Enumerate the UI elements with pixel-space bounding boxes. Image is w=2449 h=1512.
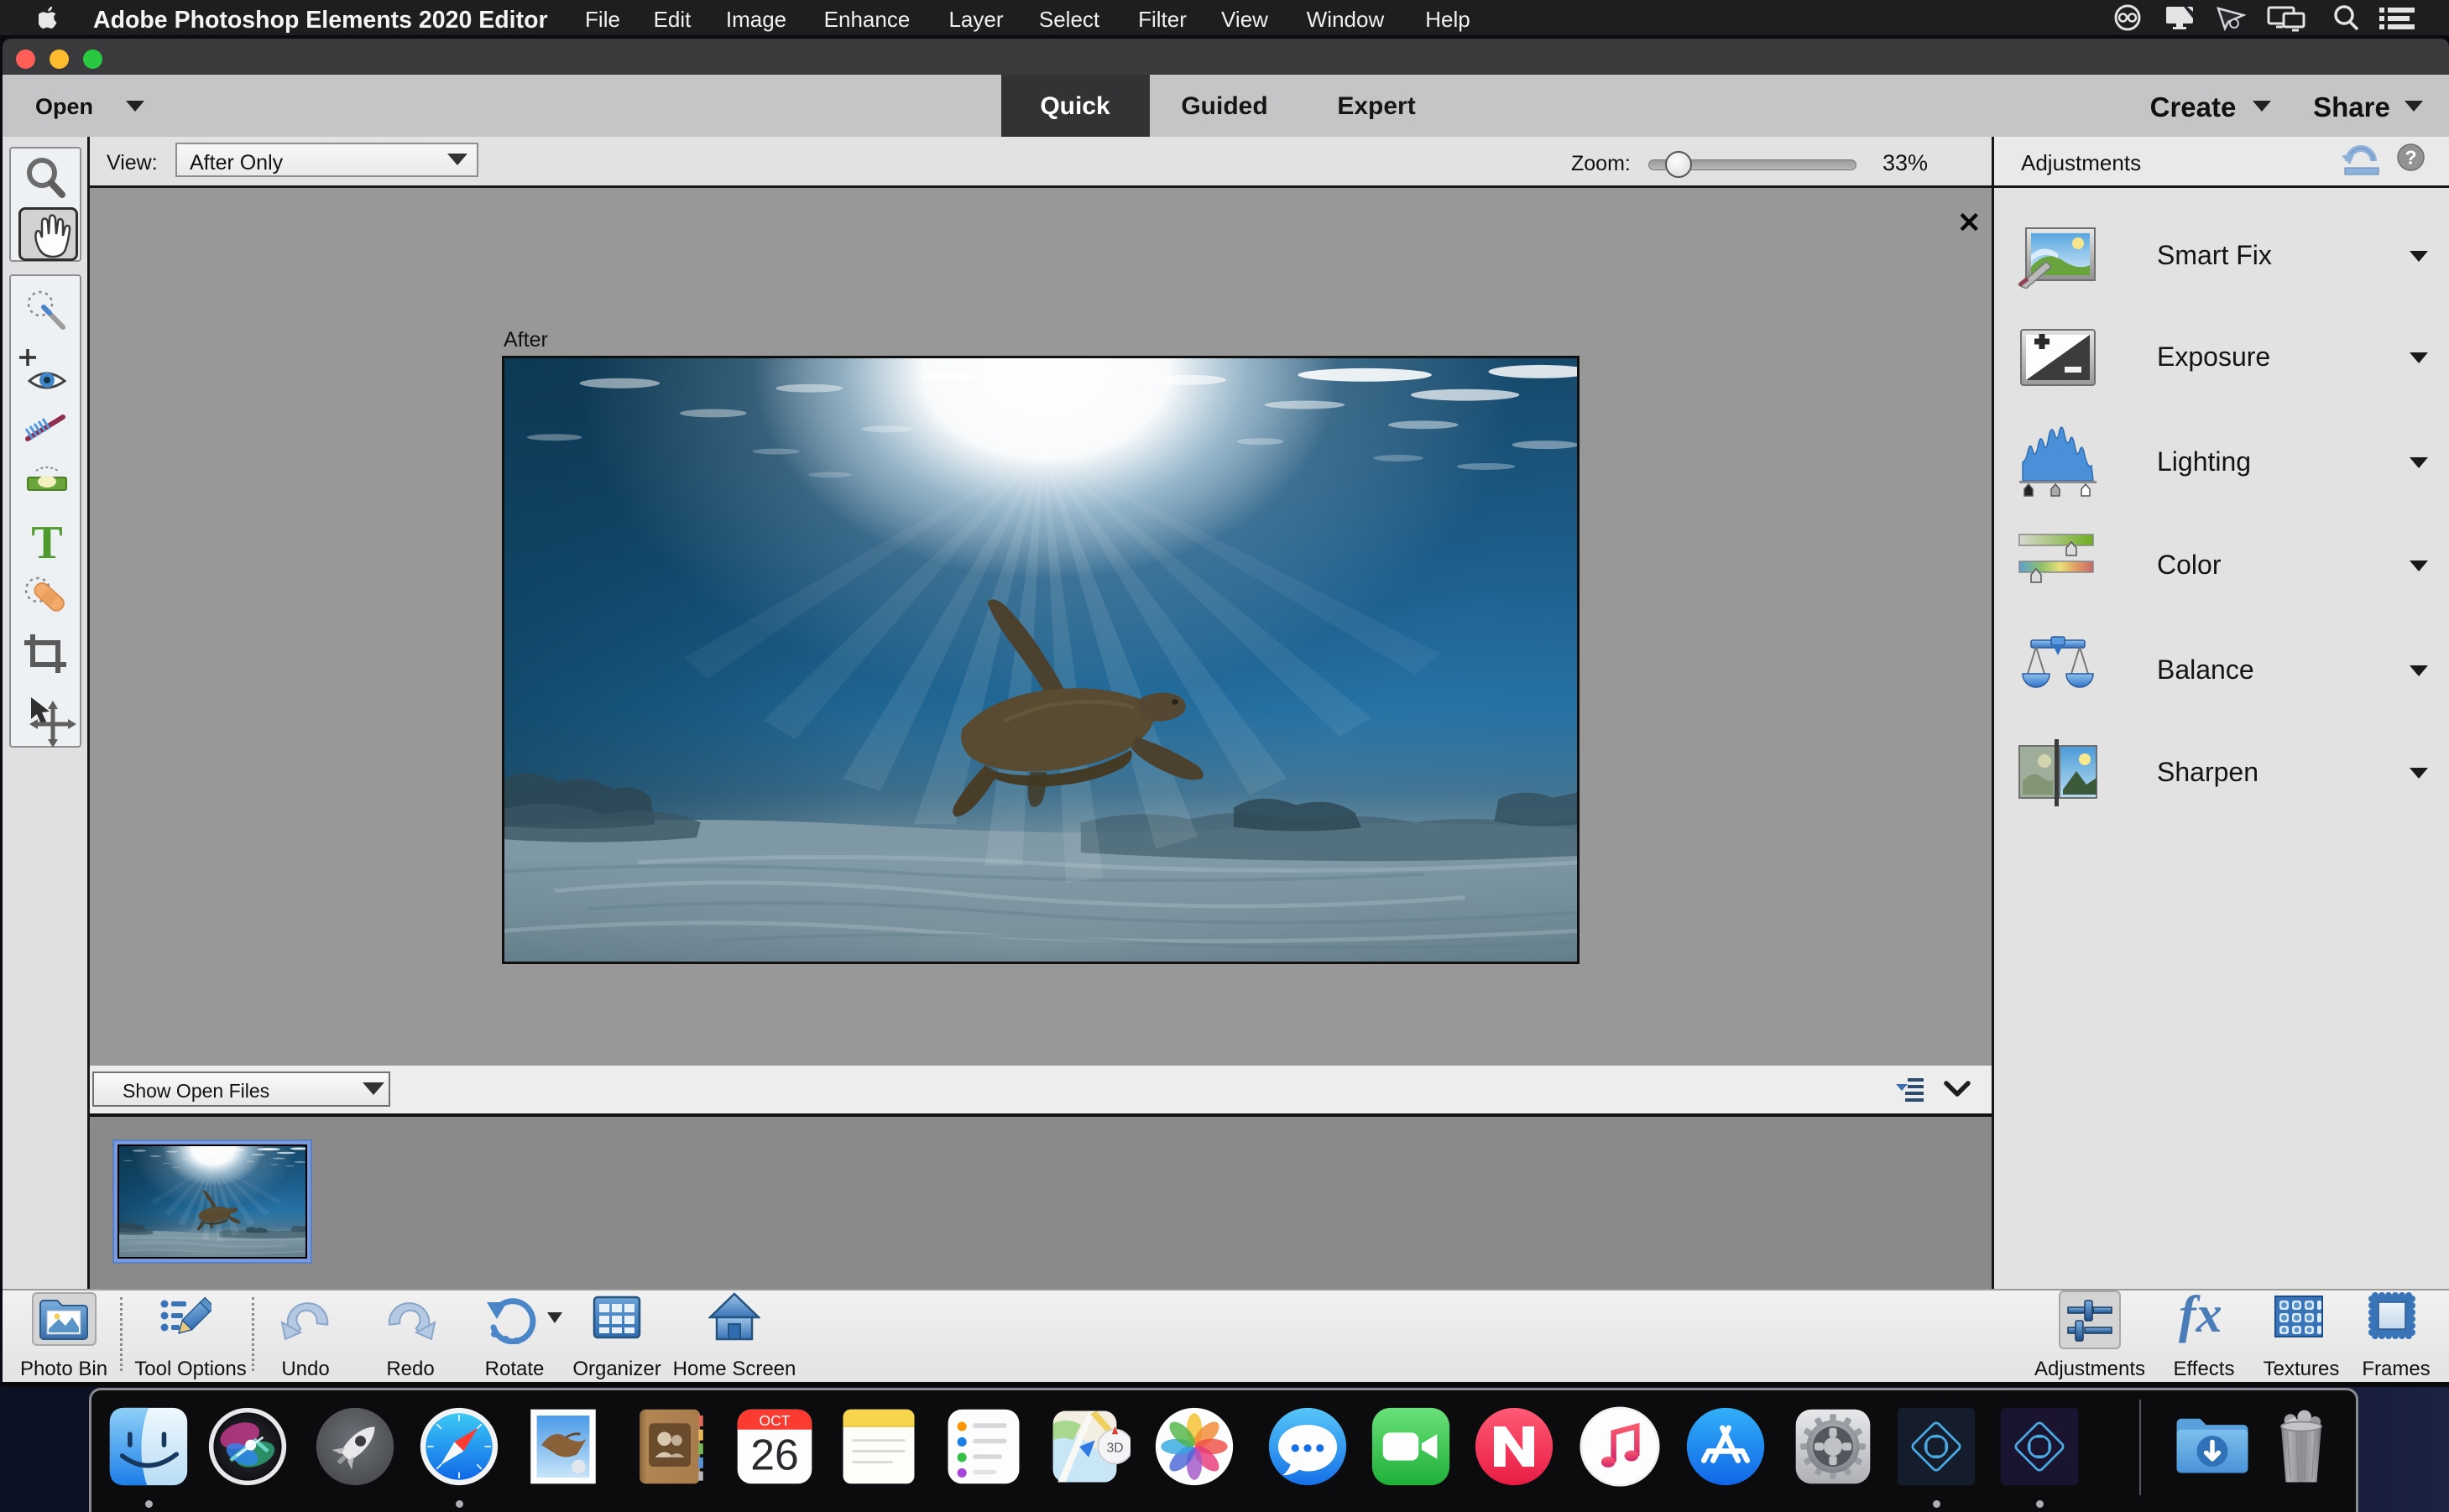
svg-text:T: T <box>31 517 62 569</box>
svg-text:26: 26 <box>750 1431 799 1479</box>
svg-text:3D: 3D <box>1107 1441 1124 1455</box>
svg-text:?: ? <box>2405 147 2416 169</box>
svg-text:OCT: OCT <box>760 1412 791 1429</box>
